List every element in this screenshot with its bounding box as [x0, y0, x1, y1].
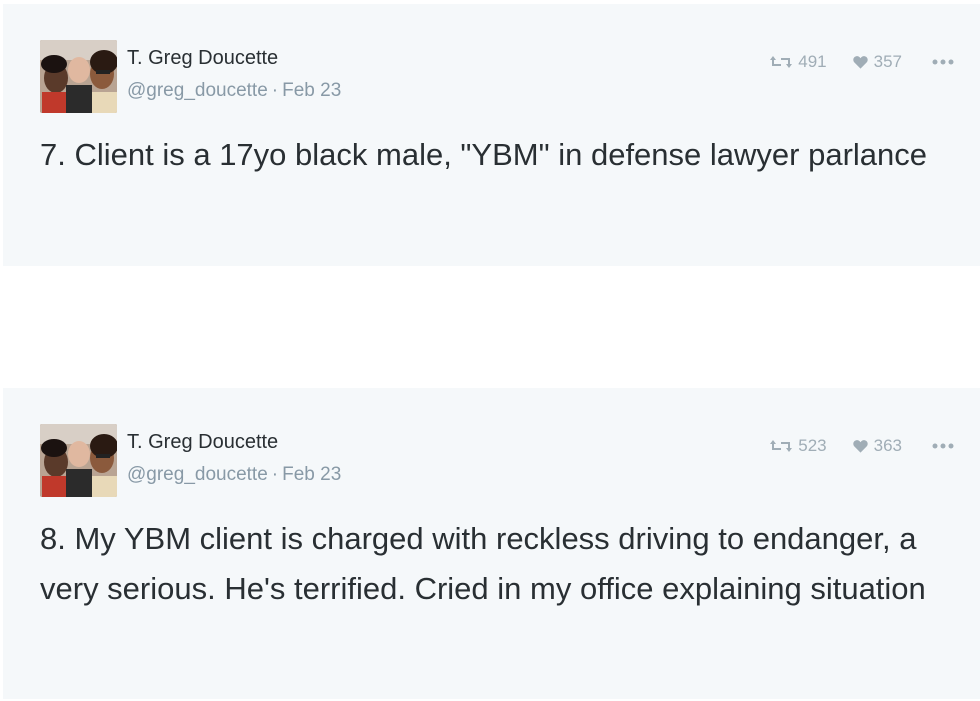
- like-button[interactable]: 357: [852, 52, 902, 72]
- author-name[interactable]: T. Greg Doucette: [127, 431, 278, 454]
- like-button[interactable]: 363: [852, 436, 902, 456]
- retweet-button[interactable]: 491: [770, 52, 827, 72]
- retweet-count: 523: [798, 436, 827, 455]
- handle-and-date: @greg_doucette · Feb 23: [127, 464, 341, 486]
- avatar[interactable]: [40, 424, 117, 497]
- tweet-actions: 491 357: [744, 50, 954, 74]
- separator: ·: [271, 464, 279, 485]
- more-button[interactable]: [932, 443, 954, 449]
- author-name[interactable]: T. Greg Doucette: [127, 47, 278, 70]
- retweet-icon: [770, 56, 793, 68]
- tweet-date[interactable]: Feb 23: [282, 464, 341, 485]
- separator: ·: [271, 80, 279, 101]
- more-icon: [932, 59, 954, 65]
- author-handle[interactable]: @greg_doucette: [127, 464, 268, 485]
- tweet-text: 8. My YBM client is charged with reckles…: [40, 521, 926, 606]
- tweet-date[interactable]: Feb 23: [282, 80, 341, 101]
- like-count: 357: [873, 52, 902, 71]
- like-count: 363: [873, 436, 902, 455]
- heart-icon: [852, 56, 868, 69]
- retweet-button[interactable]: 523: [770, 436, 827, 456]
- more-icon: [932, 443, 954, 449]
- heart-icon: [852, 440, 868, 453]
- tweet-card[interactable]: T. Greg Doucette @greg_doucette · Feb 23 4…: [3, 4, 980, 266]
- retweet-count: 491: [798, 52, 827, 71]
- tweet-card[interactable]: T. Greg Doucette @greg_doucette · Feb 23 5…: [3, 388, 980, 699]
- tweet-text: 7. Client is a 17yo black male, "YBM" in…: [40, 137, 927, 172]
- more-button[interactable]: [932, 59, 954, 65]
- handle-and-date: @greg_doucette · Feb 23: [127, 80, 341, 102]
- retweet-icon: [770, 440, 793, 452]
- tweet-actions: 523 363: [744, 434, 954, 458]
- author-handle[interactable]: @greg_doucette: [127, 80, 268, 101]
- avatar[interactable]: [40, 40, 117, 113]
